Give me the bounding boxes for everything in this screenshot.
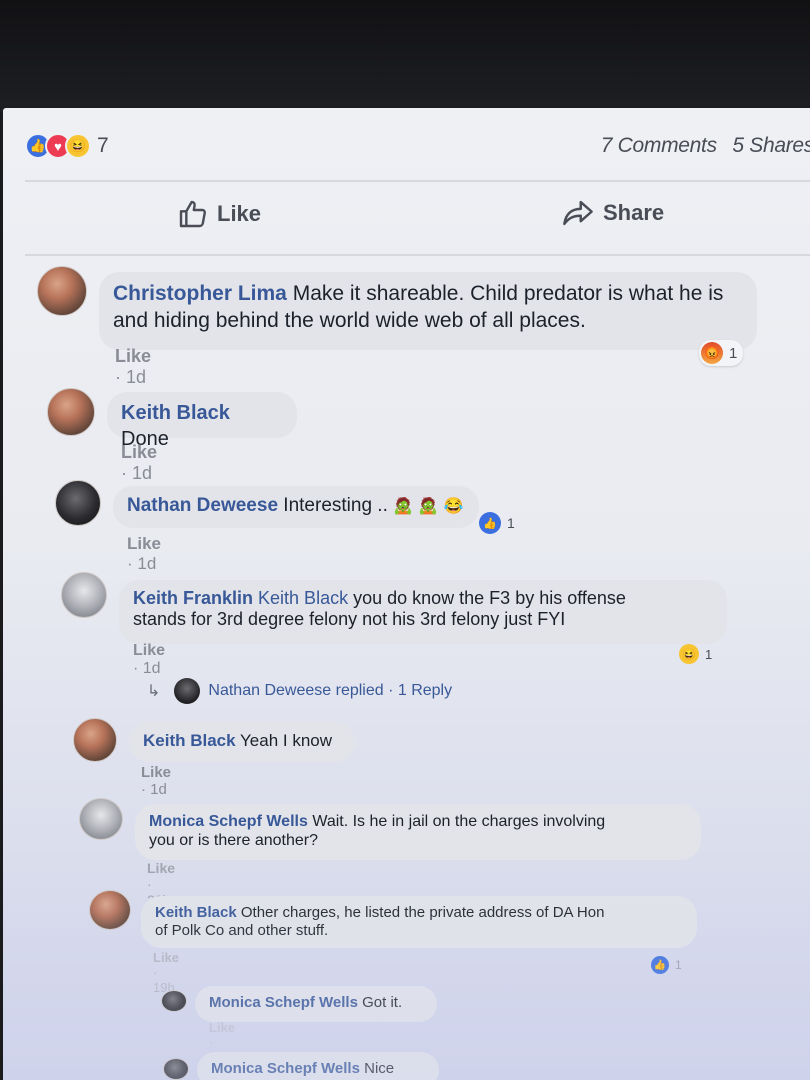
post-actions: Like Share	[3, 192, 810, 240]
comment-text: Yeah I know	[240, 731, 333, 750]
like-icon: 👍	[651, 956, 669, 974]
comment-like-link[interactable]: Like	[127, 534, 161, 553]
reaction-summary[interactable]: 👍 ♥ 😆 7	[25, 132, 109, 160]
comment-reaction-badge[interactable]: 😡 1	[699, 340, 744, 366]
comment-meta: Like · 19h	[153, 950, 180, 995]
reaction-count: 7	[97, 134, 109, 157]
comment-like-link[interactable]: Like	[147, 860, 175, 876]
avatar[interactable]	[89, 890, 131, 930]
commenter-name[interactable]: Monica Schepf Wells	[209, 994, 358, 1011]
comment-text: and hiding behind the world wide web of …	[113, 309, 586, 333]
haha-icon: 😆	[679, 644, 699, 664]
comment-time[interactable]: 1d	[137, 554, 156, 573]
comment-bubble: Keith Black Other charges, he listed the…	[141, 896, 697, 948]
facebook-post-screen: 👍 ♥ 😆 7 7 Comments 5 Shares Like Share C…	[3, 108, 810, 1080]
avatar[interactable]	[73, 718, 117, 762]
shares-count-link[interactable]: 5 Shares	[732, 134, 810, 157]
reply-arrow-icon: ↳	[147, 683, 161, 700]
commenter-name[interactable]: Nathan Deweese	[127, 495, 278, 516]
comment-bubble: Nathan Deweese Interesting .. 🧟 🧟 😂	[113, 486, 479, 528]
comment-bubble: Keith Black Yeah I know	[129, 722, 355, 762]
commenter-name[interactable]: Christopher Lima	[113, 282, 287, 305]
comment-time[interactable]: 1d	[143, 660, 161, 677]
commenter-name[interactable]: Keith Black	[155, 904, 237, 921]
avatar	[174, 678, 201, 704]
comment-time[interactable]: 1d	[150, 781, 167, 798]
zombie-emoji: 🧟	[393, 498, 414, 515]
reaction-count: 1	[507, 515, 515, 531]
reply-text: replied	[335, 682, 384, 699]
comment-like-link[interactable]: Like	[121, 442, 157, 462]
commenter-name[interactable]: Keith Black	[121, 402, 230, 424]
reaction-count: 1	[675, 958, 682, 972]
comment-meta: Like · 1d	[133, 642, 166, 677]
post-stats: 7 Comments 5 Shares	[591, 134, 810, 158]
commenter-name[interactable]: Keith Franklin	[133, 588, 253, 608]
avatar[interactable]	[79, 798, 123, 840]
laughing-emoji: 😂	[443, 498, 464, 515]
comment-meta: Like · 1d	[127, 534, 162, 573]
screen-glare	[3, 860, 810, 1080]
comment-like-link[interactable]: Like	[209, 1020, 235, 1035]
comment-text: Wait. Is he in jail on the charges invol…	[312, 813, 606, 830]
comment-bubble: Keith Franklin Keith Black you do know t…	[119, 580, 727, 644]
comment-meta: Like · 1d	[121, 442, 158, 483]
avatar[interactable]	[37, 266, 87, 316]
comment-text: of Polk Co and other stuff.	[155, 922, 329, 939]
avatar[interactable]	[163, 1058, 189, 1080]
comment-text: stands for 3rd degree felony not his 3rd…	[133, 608, 566, 629]
share-arrow-icon	[563, 200, 593, 226]
comment-bubble: Christopher Lima Make it shareable. Chil…	[99, 272, 757, 350]
angry-icon: 😡	[701, 342, 723, 364]
comment-text: Interesting ..	[283, 495, 388, 516]
comment-text: Other charges, he listed the private add…	[240, 904, 605, 921]
reply-count: 1 Reply	[397, 682, 453, 699]
comment-text: you or is there another?	[149, 832, 318, 850]
reaction-count: 1	[705, 646, 713, 662]
zombie-emoji: 🧟	[418, 498, 439, 515]
like-label: Like	[217, 201, 262, 226]
comment-like-link[interactable]: Like	[133, 642, 165, 659]
like-icon: 👍	[479, 512, 501, 534]
share-label: Share	[603, 200, 665, 225]
monitor-bezel	[0, 0, 810, 112]
comment-time[interactable]: 1d	[126, 367, 146, 387]
avatar[interactable]	[61, 572, 107, 618]
comment-text: you do know the F3 by his offense	[353, 588, 626, 608]
comment-text: Make it shareable. Child predator is wha…	[292, 282, 724, 305]
avatar[interactable]	[55, 480, 101, 526]
comment-like-link[interactable]: Like	[141, 764, 171, 781]
comment-like-link[interactable]: Like	[153, 950, 179, 965]
comment-bubble: Monica Schepf Wells Nice	[197, 1052, 439, 1080]
comment-reaction-badge[interactable]: 😆 1	[677, 642, 718, 666]
thumbs-up-icon	[179, 200, 206, 228]
share-button[interactable]: Share	[561, 198, 664, 228]
mention-link[interactable]: Keith Black	[258, 588, 348, 608]
divider	[25, 254, 810, 256]
comment-meta: Like · 1d	[115, 346, 152, 387]
commenter-name[interactable]: Monica Schepf Wells	[149, 813, 308, 830]
comment-reaction-badge[interactable]: 👍 1	[649, 954, 688, 976]
reaction-count: 1	[729, 344, 738, 362]
comment-reaction-badge[interactable]: 👍 1	[477, 510, 521, 536]
avatar[interactable]	[47, 388, 95, 436]
divider	[25, 180, 810, 182]
comment-like-link[interactable]: Like	[115, 346, 151, 366]
avatar[interactable]	[161, 990, 187, 1012]
commenter-name[interactable]: Monica Schepf Wells	[211, 1060, 360, 1077]
comment-bubble: Keith Black Done	[107, 392, 297, 450]
commenter-name[interactable]: Keith Black	[143, 731, 236, 750]
view-replies-link[interactable]: ↳ Nathan Deweese replied · 1 Reply	[147, 678, 452, 704]
reply-author: Nathan Deweese	[208, 682, 332, 699]
comment-bubble: Monica Schepf Wells Got it.	[195, 986, 437, 1022]
comments-count-link[interactable]: 7 Comments	[601, 134, 717, 157]
comment-meta: Like · 1d	[141, 764, 172, 798]
comment-text: Nice	[364, 1060, 395, 1077]
comment-time[interactable]: 1d	[132, 463, 152, 483]
haha-icon: 😆	[65, 133, 91, 159]
comment-text: Got it.	[362, 994, 403, 1011]
comment-bubble: Monica Schepf Wells Wait. Is he in jail …	[135, 804, 701, 860]
like-button[interactable]: Like	[177, 198, 261, 230]
